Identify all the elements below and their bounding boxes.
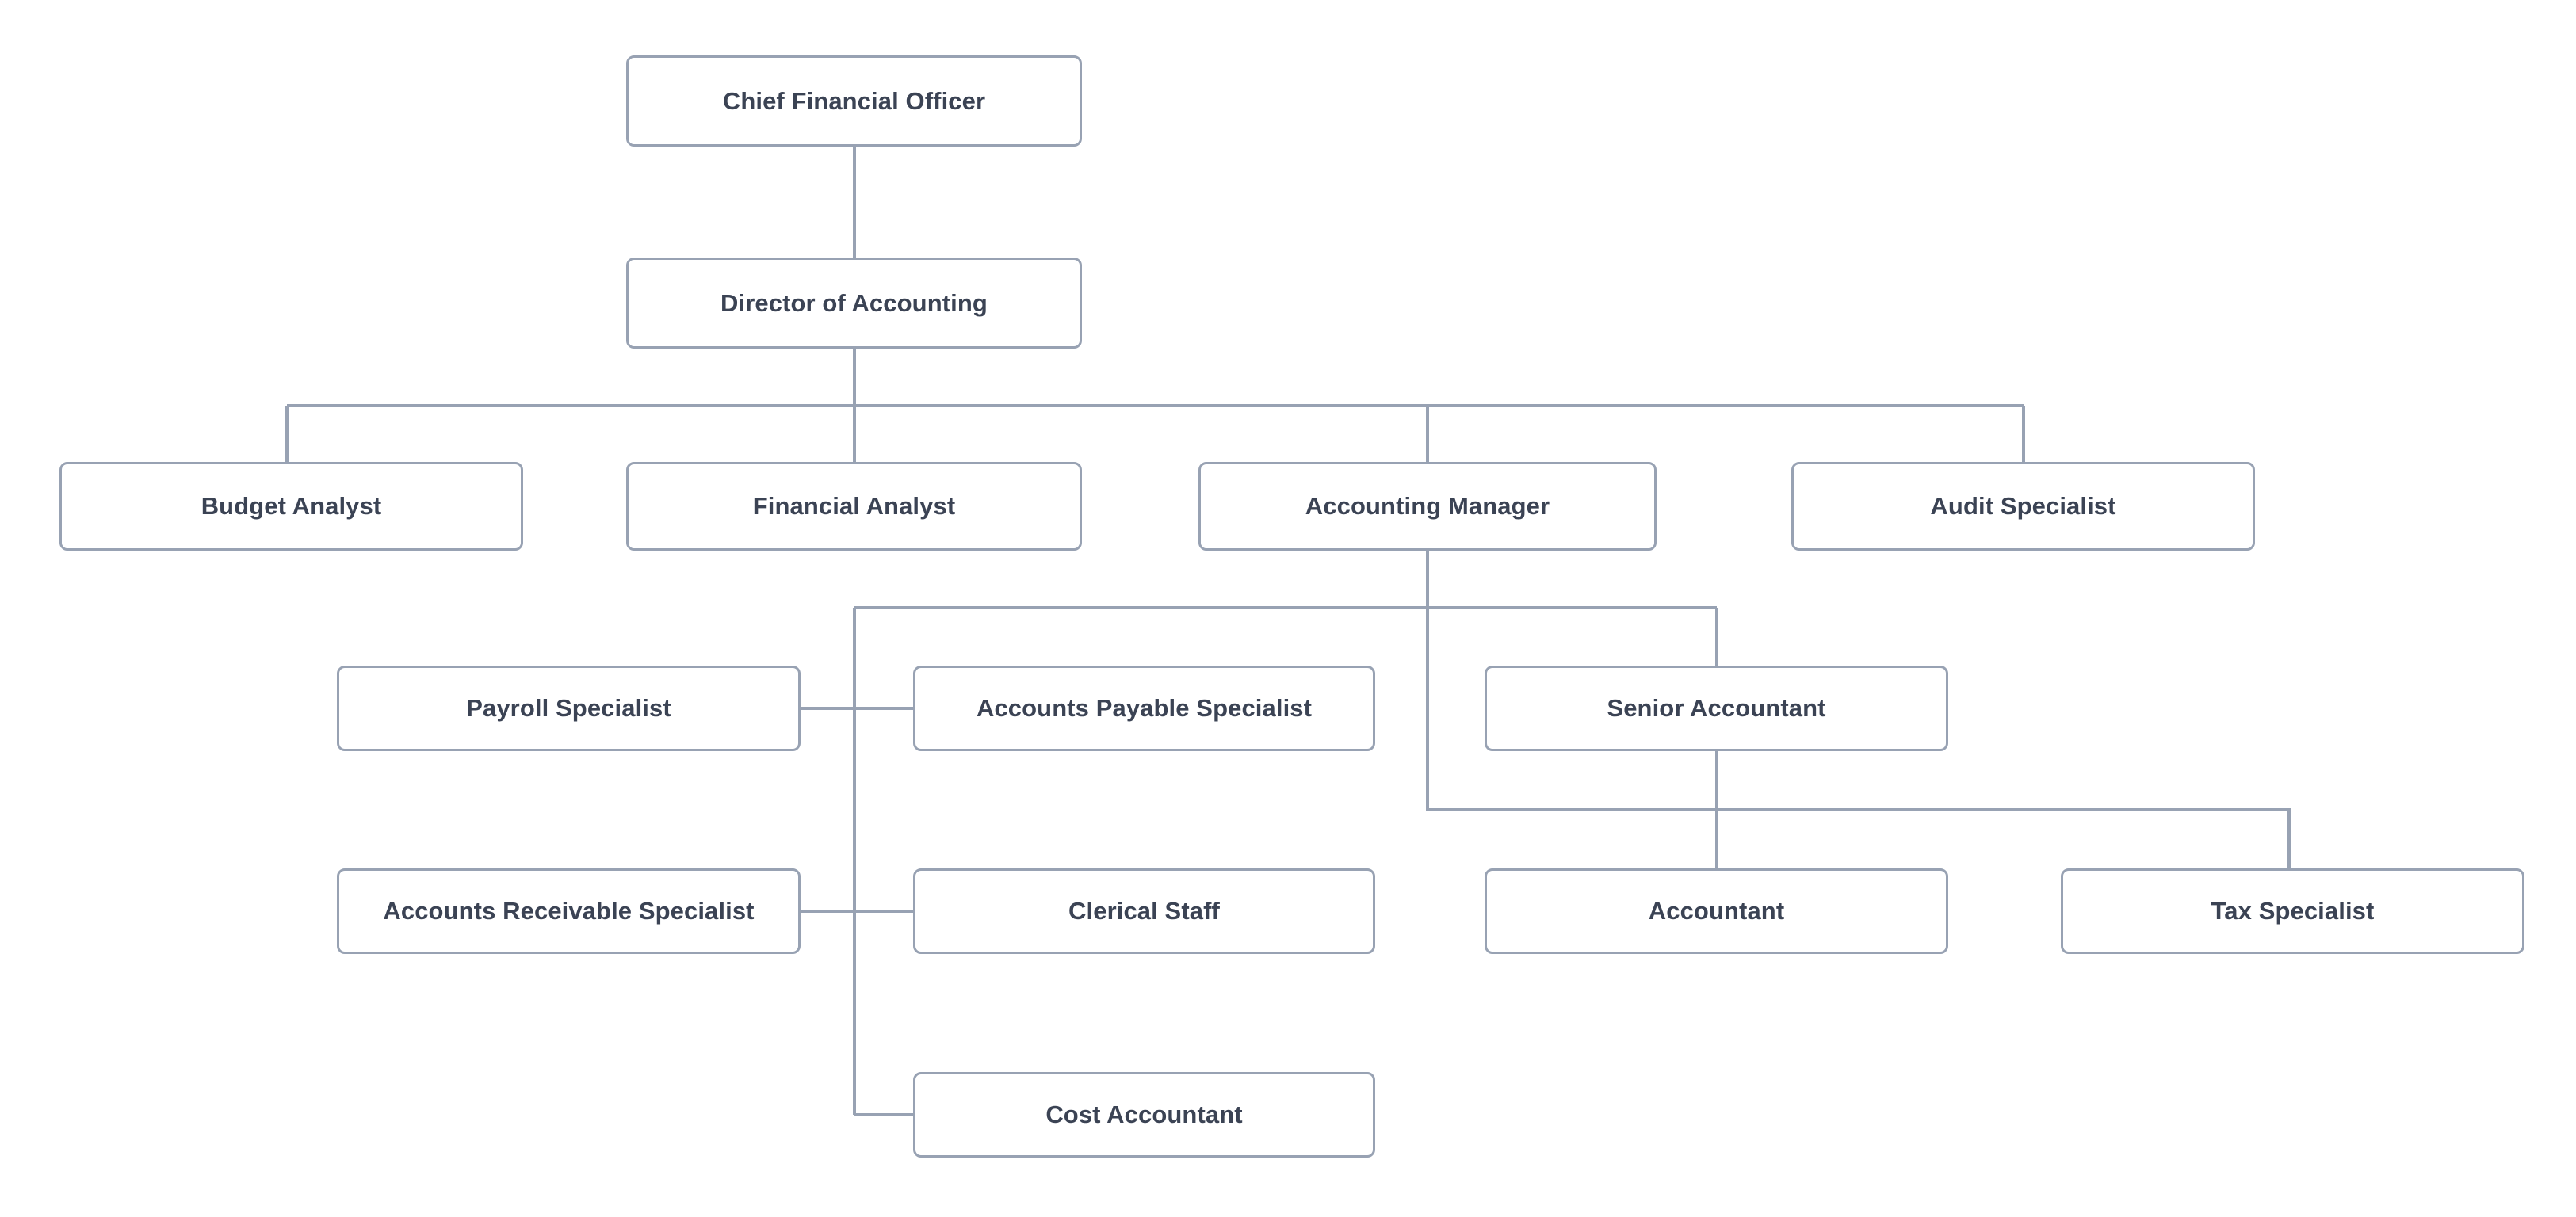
node-label: Cost Accountant bbox=[1045, 1101, 1243, 1129]
node-label: Financial Analyst bbox=[752, 492, 956, 521]
node-label: Accountant bbox=[1648, 897, 1785, 925]
node-label: Accounting Manager bbox=[1305, 492, 1550, 521]
node-accountant[interactable]: Accountant bbox=[1485, 868, 1948, 954]
node-accounts-payable-specialist[interactable]: Accounts Payable Specialist bbox=[913, 666, 1375, 751]
node-cost-accountant[interactable]: Cost Accountant bbox=[913, 1072, 1375, 1158]
node-clerical-staff[interactable]: Clerical Staff bbox=[913, 868, 1375, 954]
node-chief-financial-officer[interactable]: Chief Financial Officer bbox=[626, 55, 1082, 147]
node-label: Chief Financial Officer bbox=[722, 86, 986, 115]
node-label: Accounts Payable Specialist bbox=[976, 694, 1313, 723]
node-label: Director of Accounting bbox=[720, 288, 988, 317]
node-label: Tax Specialist bbox=[2211, 897, 2375, 925]
node-label: Clerical Staff bbox=[1068, 897, 1220, 925]
node-audit-specialist[interactable]: Audit Specialist bbox=[1791, 462, 2255, 551]
node-budget-analyst[interactable]: Budget Analyst bbox=[59, 462, 523, 551]
node-accounts-receivable-specialist[interactable]: Accounts Receivable Specialist bbox=[337, 868, 801, 954]
node-label: Senior Accountant bbox=[1607, 694, 1826, 723]
node-label: Audit Specialist bbox=[1930, 492, 2116, 521]
node-label: Payroll Specialist bbox=[466, 694, 671, 723]
node-payroll-specialist[interactable]: Payroll Specialist bbox=[337, 666, 801, 751]
org-chart-canvas: Chief Financial Officer Director of Acco… bbox=[0, 0, 2576, 1217]
node-label: Accounts Receivable Specialist bbox=[383, 897, 755, 925]
node-financial-analyst[interactable]: Financial Analyst bbox=[626, 462, 1082, 551]
connector-layer bbox=[285, 147, 2291, 1116]
node-tax-specialist[interactable]: Tax Specialist bbox=[2061, 868, 2524, 954]
node-label: Budget Analyst bbox=[201, 492, 382, 521]
node-senior-accountant[interactable]: Senior Accountant bbox=[1485, 666, 1948, 751]
node-accounting-manager[interactable]: Accounting Manager bbox=[1198, 462, 1657, 551]
node-director-of-accounting[interactable]: Director of Accounting bbox=[626, 258, 1082, 349]
